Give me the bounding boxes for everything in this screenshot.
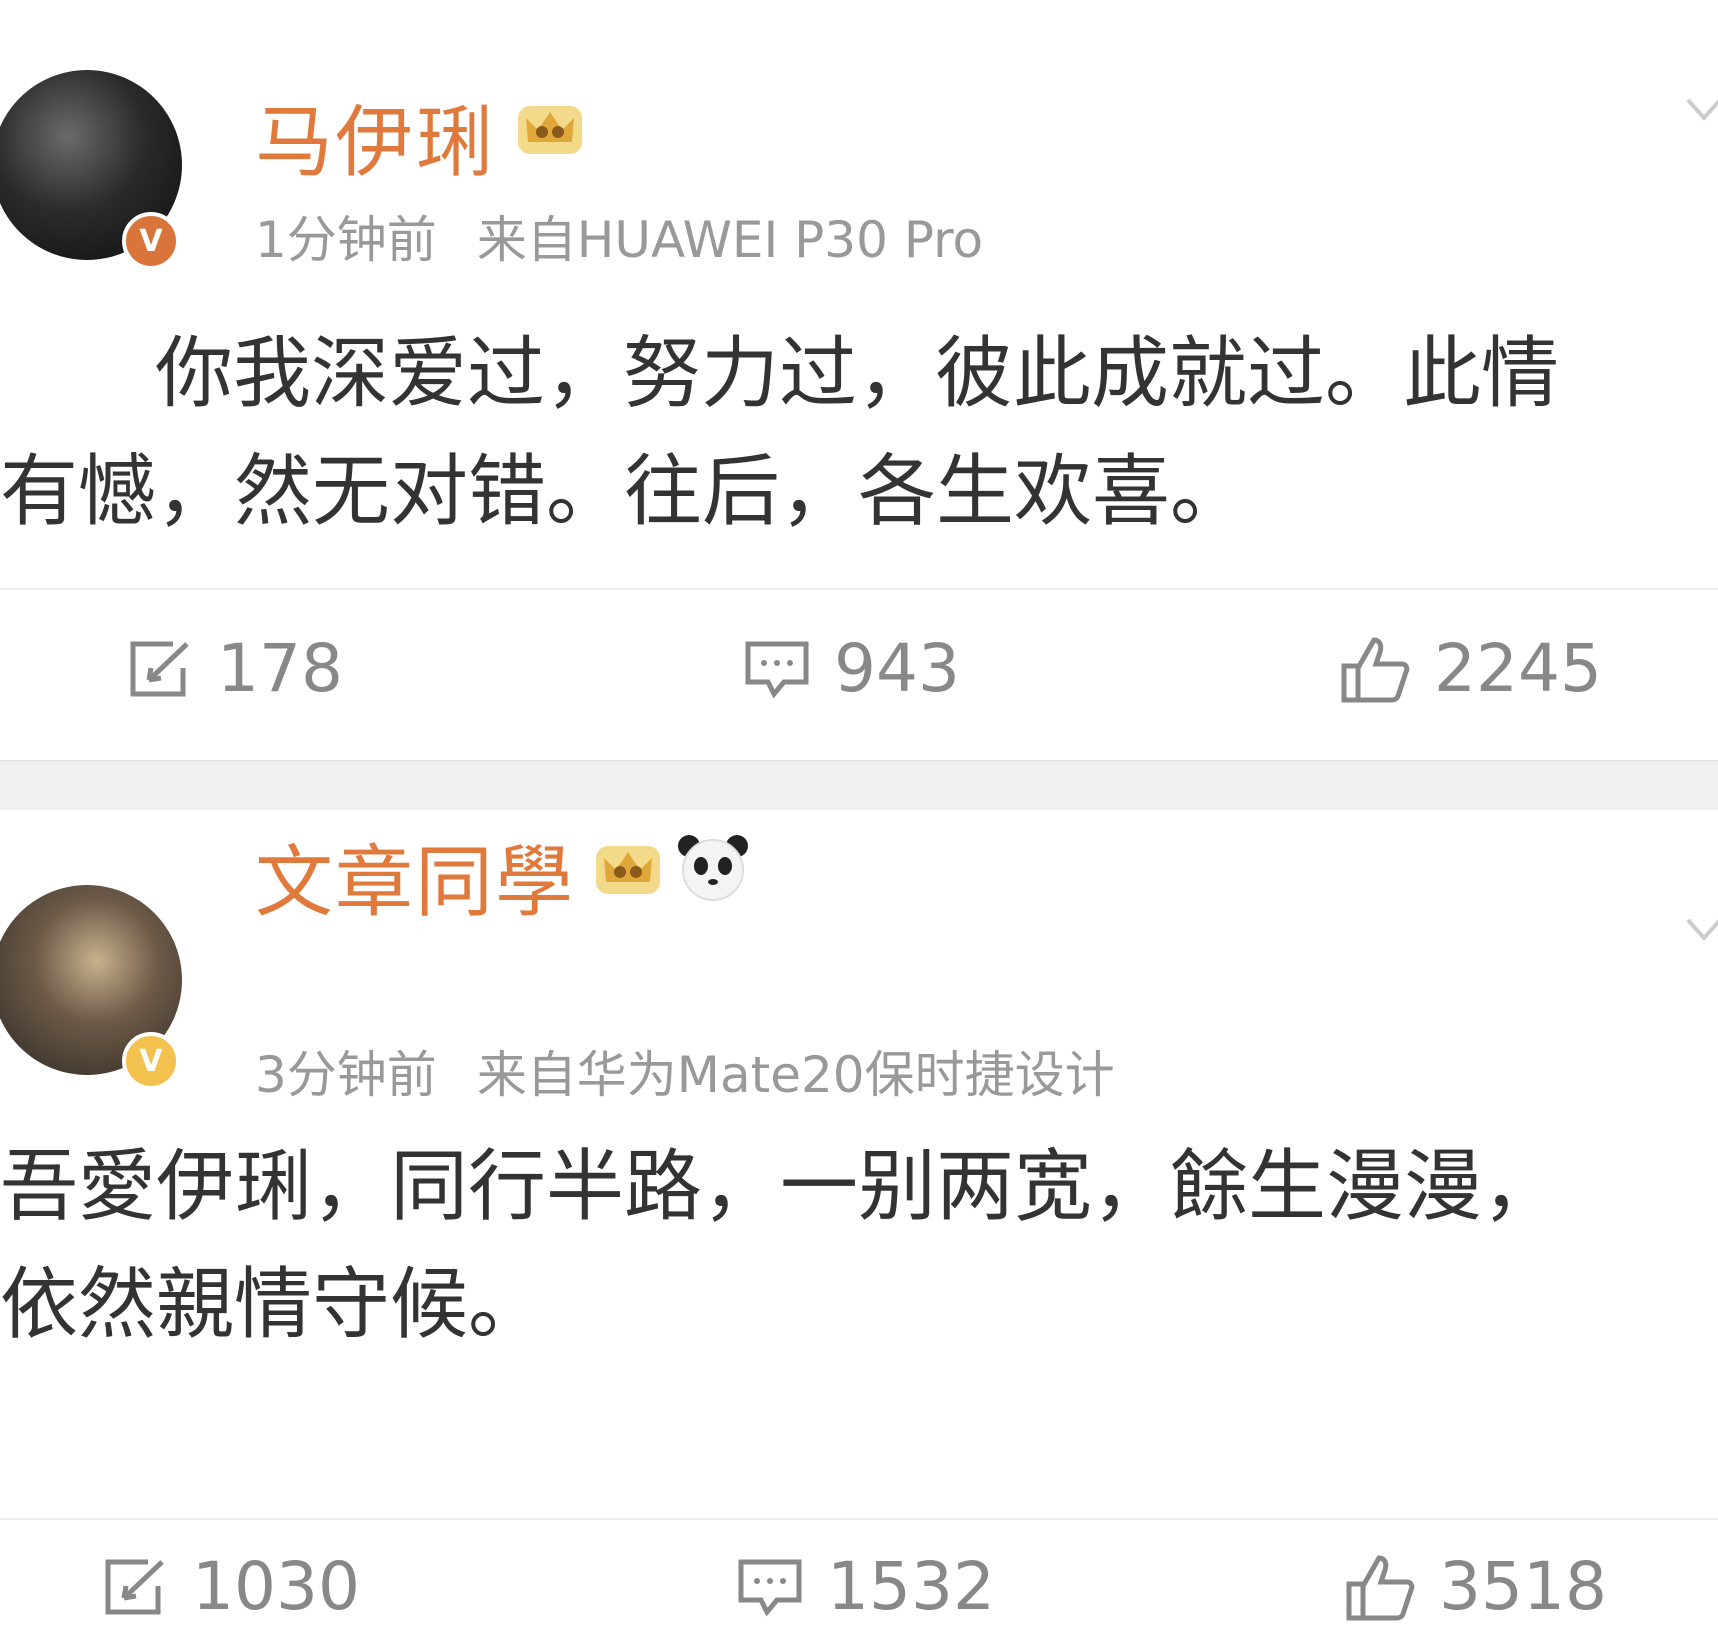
post-meta: 3分钟前 来自华为Mate20保时捷设计 <box>255 1035 1115 1107</box>
repost-button[interactable]: 178 <box>125 630 343 707</box>
thumbs-up-icon <box>1346 1554 1415 1620</box>
vip-crown-icon <box>518 106 582 154</box>
like-button[interactable]: 2245 <box>1340 630 1602 707</box>
chevron-down-icon[interactable] <box>1684 912 1718 952</box>
verified-badge: V <box>122 1032 180 1090</box>
verified-badge-letter: V <box>139 223 163 259</box>
post-content-line: 有憾，然无对错。往后，各生欢喜。 <box>0 447 1249 537</box>
post-time: 3分钟前 <box>255 1046 437 1104</box>
feed-separator <box>0 760 1718 812</box>
thumbs-up-icon <box>1341 636 1410 702</box>
like-count: 2245 <box>1434 630 1602 707</box>
comment-icon <box>745 641 809 699</box>
divider <box>0 1518 1718 1520</box>
post-meta: 1分钟前 来自HUAWEI P30 Pro <box>255 200 983 272</box>
weibo-post-2: V 文章同學 3分钟前 来自华为Mate20保时捷设计 吾愛伊琍，同行半路，一别两… <box>0 810 1718 1630</box>
vip-crown-icon <box>596 846 660 894</box>
post-content-line: 你我深爱过，努力过，彼此成就过。此情 <box>155 329 1560 419</box>
post-source: 来自华为Mate20保时捷设计 <box>476 1046 1115 1104</box>
comment-button[interactable]: 1532 <box>735 1548 995 1625</box>
chevron-down-icon[interactable] <box>1684 92 1718 132</box>
comment-icon <box>738 1559 802 1617</box>
panda-icon <box>678 835 748 901</box>
comment-count: 943 <box>834 630 960 707</box>
like-count: 3518 <box>1439 1548 1607 1625</box>
repost-icon <box>105 1559 164 1614</box>
repost-icon <box>130 641 189 696</box>
post-content: 你我深爱过，努力过，彼此成就过。此情 有憾，然无对错。往后，各生欢喜。 <box>0 315 1718 551</box>
post-time: 1分钟前 <box>255 211 437 269</box>
comment-button[interactable]: 943 <box>742 630 960 707</box>
verified-badge-letter: V <box>139 1043 163 1079</box>
username[interactable]: 文章同學 <box>255 820 575 932</box>
repost-count: 1030 <box>192 1548 360 1625</box>
post-content-line: 吾愛伊琍，同行半路，一别两宽，餘生漫漫， <box>0 1142 1561 1232</box>
post-content-line: 依然親情守候。 <box>0 1260 547 1350</box>
like-button[interactable]: 3518 <box>1345 1548 1607 1625</box>
comment-count: 1532 <box>827 1548 995 1625</box>
repost-count: 178 <box>217 630 343 707</box>
verified-badge: V <box>122 212 180 270</box>
username[interactable]: 马伊琍 <box>255 80 495 192</box>
post-source: 来自HUAWEI P30 Pro <box>476 211 984 269</box>
post-content: 吾愛伊琍，同行半路，一别两宽，餘生漫漫， 依然親情守候。 <box>0 1128 1718 1364</box>
repost-button[interactable]: 1030 <box>100 1548 360 1625</box>
divider <box>0 588 1718 590</box>
weibo-post-1: V 马伊琍 1分钟前 来自HUAWEI P30 Pro 你我深爱过，努力过，彼此成… <box>0 0 1718 760</box>
